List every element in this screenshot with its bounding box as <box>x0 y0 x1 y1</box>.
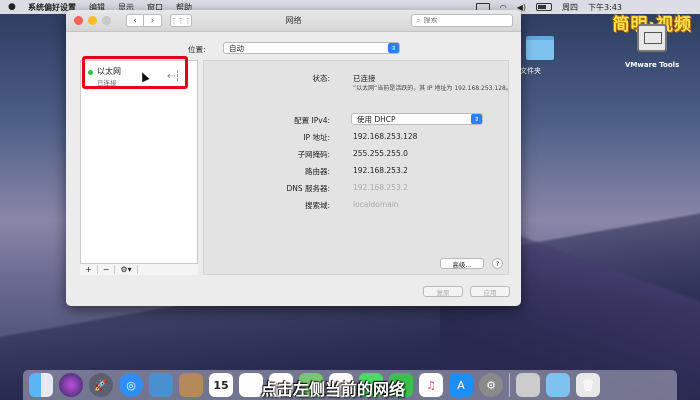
close-button[interactable] <box>74 16 83 25</box>
location-select[interactable]: 自动 ⇕ <box>223 42 400 54</box>
router-label: 路由器: <box>304 167 330 176</box>
system-preferences-icon[interactable]: ⚙ <box>479 373 503 397</box>
title-bar: ‹ › ⋮⋮⋮ 网络 ⌕ <box>66 10 521 32</box>
chevron-right-icon: › <box>150 15 155 26</box>
dns-server-value: 192.168.253.2 <box>353 183 408 192</box>
show-all-button[interactable]: ⋮⋮⋮ <box>170 14 192 27</box>
app-store-icon[interactable]: A <box>449 373 473 397</box>
subnet-mask-value: 255.255.255.0 <box>353 149 408 158</box>
trash-icon[interactable]: 🗑 <box>576 373 600 397</box>
network-preferences-window: ‹ › ⋮⋮⋮ 网络 ⌕ 位置: 自动 ⇕ 以太网 已连接 + − ⚙▾ 状态:… <box>66 10 521 306</box>
notes-icon[interactable] <box>239 373 263 397</box>
service-list: 以太网 已连接 <box>80 60 198 275</box>
search-domain-value: localdomain <box>353 200 399 209</box>
detail-panel: 状态: 已连接 “以太网”当前是活跃的，其 IP 地址为 192.168.253… <box>203 60 512 275</box>
music-icon[interactable]: ♫ <box>419 373 443 397</box>
dns-server-label: DNS 服务器: <box>286 184 330 193</box>
location-value: 自动 <box>229 43 244 53</box>
router-value: 192.168.253.2 <box>353 166 408 175</box>
configure-ipv4-value: 使用 DHCP <box>357 114 396 124</box>
select-arrows-icon: ⇕ <box>471 114 482 124</box>
battery-icon[interactable] <box>536 3 553 11</box>
status-note: “以太网”当前是活跃的，其 IP 地址为 192.168.253.128。 <box>353 85 512 92</box>
downloads-folder-icon[interactable] <box>546 373 570 397</box>
contacts-icon[interactable] <box>179 373 203 397</box>
select-arrows-icon: ⇕ <box>388 43 399 53</box>
separator <box>509 373 510 397</box>
advanced-button[interactable]: 高级... <box>440 258 484 269</box>
search-icon: ⌕ <box>416 15 421 25</box>
photos-app-icon[interactable] <box>149 373 173 397</box>
subnet-mask-label: 子网掩码: <box>297 150 330 159</box>
add-service-button[interactable]: + <box>80 265 98 274</box>
vmware-tools-label[interactable]: VMware Tools <box>625 61 679 69</box>
configure-ipv4-label: 配置 IPv4: <box>294 116 330 125</box>
search-input[interactable] <box>423 17 504 24</box>
configure-ipv4-select[interactable]: 使用 DHCP ⇕ <box>351 113 483 125</box>
search-field[interactable]: ⌕ <box>411 14 513 27</box>
service-list-toolbar: + − ⚙▾ <box>80 263 198 275</box>
back-button[interactable]: ‹ <box>126 14 144 27</box>
siri-icon[interactable] <box>59 373 83 397</box>
apply-button[interactable]: 应用 <box>470 286 510 297</box>
location-label: 位置: <box>188 45 206 54</box>
revert-button[interactable]: 复原 <box>423 286 463 297</box>
vmware-tools-icon[interactable] <box>637 24 667 52</box>
clock-day[interactable]: 周四 <box>562 2 578 13</box>
ip-address-label: IP 地址: <box>303 133 330 142</box>
gear-menu-button[interactable]: ⚙▾ <box>115 265 138 274</box>
ip-address-value: 192.168.253.128 <box>353 132 418 141</box>
video-subtitle: 点击左侧当前的网络 <box>261 380 406 399</box>
dotted-arrow-icon: ⇠┆ <box>167 71 180 82</box>
minimize-button[interactable] <box>88 16 97 25</box>
chevron-left-icon: ‹ <box>133 15 137 26</box>
preview-icon[interactable] <box>516 373 540 397</box>
launchpad-icon[interactable]: 🚀 <box>89 373 113 397</box>
remove-service-button[interactable]: − <box>98 265 116 274</box>
zoom-button[interactable] <box>102 16 111 25</box>
status-label: 状态: <box>312 74 330 83</box>
search-domain-label: 搜索域: <box>304 201 330 210</box>
safari-icon[interactable]: ◎ <box>119 373 143 397</box>
help-button[interactable]: ? <box>492 258 503 269</box>
finder-icon[interactable] <box>29 373 53 397</box>
calendar-icon[interactable]: 15 <box>209 373 233 397</box>
status-value: 已连接 <box>353 74 376 83</box>
grid-icon: ⋮⋮⋮ <box>170 16 192 25</box>
folder-icon[interactable] <box>526 36 554 60</box>
forward-button[interactable]: › <box>144 14 162 27</box>
apple-icon[interactable]: ● <box>8 2 18 12</box>
